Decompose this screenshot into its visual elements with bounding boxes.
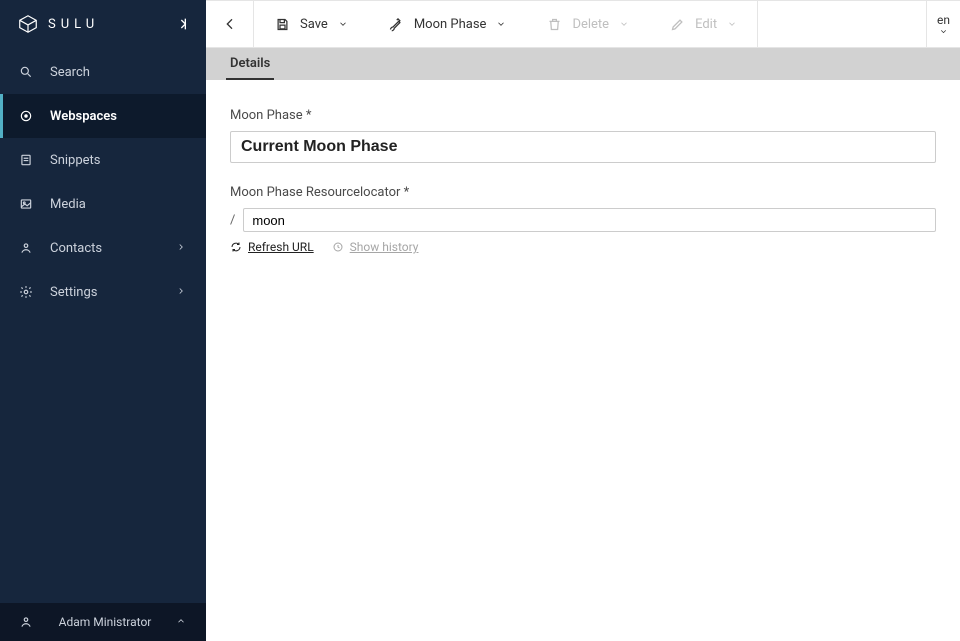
field-label: Moon Phase * xyxy=(230,108,936,123)
show-history-button[interactable]: Show history xyxy=(332,240,419,254)
chevron-down-icon xyxy=(727,19,737,29)
language-selector[interactable]: en xyxy=(926,1,960,47)
chevron-down-icon xyxy=(496,19,506,29)
sidebar-header: SULU xyxy=(0,0,206,48)
field-moon-phase: Moon Phase * xyxy=(230,108,936,163)
sidebar-item-label: Settings xyxy=(50,285,160,300)
main: Save Moon Phase Delete xyxy=(206,0,960,641)
brush-icon xyxy=(388,16,404,32)
sidebar-item-webspaces[interactable]: Webspaces xyxy=(0,94,206,138)
field-resource-locator: Moon Phase Resourcelocator * / Refresh U… xyxy=(230,185,936,254)
brand-name: SULU xyxy=(48,17,99,32)
topbar: Save Moon Phase Delete xyxy=(206,0,960,48)
language-label: en xyxy=(937,13,950,27)
user-icon xyxy=(18,240,34,256)
sidebar-item-label: Snippets xyxy=(50,153,188,168)
image-icon xyxy=(18,196,34,212)
pencil-icon xyxy=(669,16,685,32)
save-button[interactable]: Save xyxy=(254,1,368,47)
resource-locator-input[interactable] xyxy=(243,208,936,232)
search-icon xyxy=(18,64,34,80)
moon-phase-input[interactable] xyxy=(230,131,936,163)
delete-label: Delete xyxy=(572,17,609,32)
chevron-right-icon xyxy=(176,286,188,298)
sidebar-collapse-button[interactable] xyxy=(170,14,190,34)
show-history-label: Show history xyxy=(350,240,419,254)
delete-button[interactable]: Delete xyxy=(526,1,649,47)
sidebar-item-settings[interactable]: Settings xyxy=(0,270,206,314)
save-icon xyxy=(274,16,290,32)
back-button[interactable] xyxy=(206,1,254,47)
refresh-url-label: Refresh URL xyxy=(248,240,314,254)
url-actions: Refresh URL Show history xyxy=(230,240,936,254)
sidebar-item-contacts[interactable]: Contacts xyxy=(0,226,206,270)
template-button[interactable]: Moon Phase xyxy=(368,1,527,47)
brand: SULU xyxy=(16,12,99,36)
chevron-right-icon xyxy=(176,242,188,254)
template-label: Moon Phase xyxy=(414,17,487,32)
tab-label: Details xyxy=(230,56,270,71)
chevron-up-icon xyxy=(176,616,188,628)
sidebar-user[interactable]: Adam Ministrator xyxy=(0,603,206,641)
tab-details[interactable]: Details xyxy=(226,48,274,80)
chevron-down-icon xyxy=(939,27,948,36)
edit-button[interactable]: Edit xyxy=(649,1,757,47)
sidebar-item-media[interactable]: Media xyxy=(0,182,206,226)
user-name: Adam Ministrator xyxy=(50,615,160,629)
chevron-down-icon xyxy=(338,19,348,29)
gear-icon xyxy=(18,284,34,300)
edit-label: Edit xyxy=(695,17,717,32)
sidebar-item-search[interactable]: Search xyxy=(0,50,206,94)
url-prefix: / xyxy=(230,213,235,228)
document-icon xyxy=(18,152,34,168)
sidebar: SULU Search Webspaces Snippets xyxy=(0,0,206,641)
sidebar-item-label: Search xyxy=(50,65,188,80)
refresh-url-button[interactable]: Refresh URL xyxy=(230,240,314,254)
user-icon xyxy=(18,614,34,630)
sidebar-item-label: Contacts xyxy=(50,241,160,256)
chevron-down-icon xyxy=(619,19,629,29)
tabbar: Details xyxy=(206,48,960,80)
save-label: Save xyxy=(300,17,328,32)
sidebar-item-label: Webspaces xyxy=(50,109,188,124)
url-row: / xyxy=(230,208,936,232)
toolbar-group-actions: Save Moon Phase Delete xyxy=(254,1,758,47)
field-label: Moon Phase Resourcelocator * xyxy=(230,185,936,200)
refresh-icon xyxy=(230,241,242,253)
nav: Search Webspaces Snippets Media Contacts xyxy=(0,48,206,603)
sidebar-item-label: Media xyxy=(50,197,188,212)
target-icon xyxy=(18,108,34,124)
content: Moon Phase * Moon Phase Resourcelocator … xyxy=(206,80,960,641)
history-icon xyxy=(332,241,344,253)
sidebar-item-snippets[interactable]: Snippets xyxy=(0,138,206,182)
trash-icon xyxy=(546,16,562,32)
brand-logo-icon xyxy=(16,12,40,36)
